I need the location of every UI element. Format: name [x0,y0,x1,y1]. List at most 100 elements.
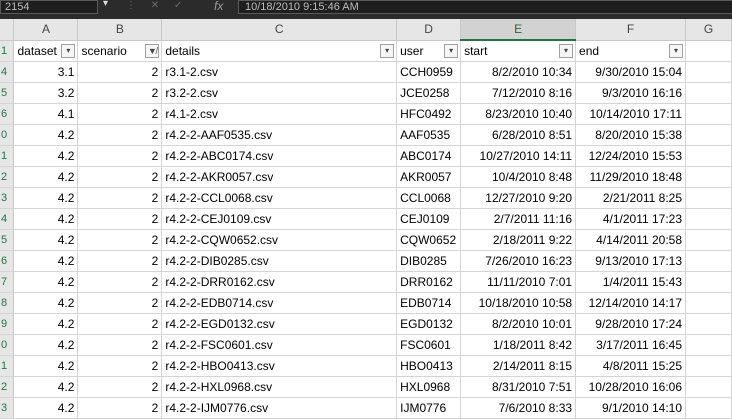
cell-scenario[interactable]: 2 [77,313,163,335]
cell-dataset[interactable]: 4.2 [13,313,79,335]
cell-end[interactable]: 1/4/2011 15:43 [575,271,687,293]
cell-start[interactable]: 8/23/2010 10:40 [460,103,577,125]
cell-end[interactable]: 4/8/2011 15:25 [575,355,687,377]
cell-details[interactable]: r3.2-2.csv [161,82,398,104]
row-number[interactable]: 4 [0,61,15,83]
cell-scenario[interactable]: 2 [77,82,163,104]
cell-dataset[interactable]: 4.2 [13,124,79,146]
cell-details[interactable]: r4.2-2-CEJ0109.csv [161,208,398,230]
cell-end[interactable]: 9/13/2010 17:13 [575,250,687,272]
cell-user[interactable]: AAF0535 [396,124,462,146]
cell-details[interactable]: r4.2-2-HXL0968.csv [161,376,398,398]
cell-user[interactable]: EGD0132 [396,313,462,335]
cell-user[interactable]: CEJ0109 [396,208,462,230]
cell-start[interactable]: 8/2/2010 10:34 [460,61,577,83]
row-number[interactable]: 5 [0,82,15,104]
cell-dataset[interactable]: 4.2 [13,229,79,251]
row-number[interactable]: 2 [0,166,15,188]
cell-user[interactable]: HFC0492 [396,103,462,125]
cell-user[interactable]: CCH0959 [396,61,462,83]
empty-cell[interactable] [685,229,732,251]
row-number[interactable]: 2 [0,376,15,398]
empty-cell[interactable] [685,376,732,398]
cell-scenario[interactable]: 2 [77,208,163,230]
cell-details[interactable]: r4.2-2-ABC0174.csv [161,145,398,167]
cell-details[interactable]: r4.2-2-EGD0132.csv [161,313,398,335]
empty-cell[interactable] [685,166,732,188]
cell-scenario[interactable]: 2 [77,145,163,167]
insert-function-icon[interactable]: fx [214,0,223,12]
cell-scenario[interactable]: 2 [77,124,163,146]
cell-scenario[interactable]: 2 [77,334,163,356]
cell-end[interactable]: 9/28/2010 17:24 [575,313,687,335]
cell-scenario[interactable]: 2 [77,187,163,209]
dropdown-arrow-icon[interactable]: ▾ [380,43,395,58]
cell-details[interactable]: r4.2-2-FSC0601.csv [161,334,398,356]
cell-end[interactable]: 10/14/2010 17:11 [575,103,687,125]
cell-details[interactable]: r4.2-2-CCL0068.csv [161,187,398,209]
empty-cell[interactable] [685,187,732,209]
cell-end[interactable]: 2/21/2011 8:25 [575,187,687,209]
cell-scenario[interactable]: 2 [77,292,163,314]
cell-end[interactable]: 12/24/2010 15:53 [575,145,687,167]
empty-cell[interactable] [685,145,732,167]
formula-input[interactable]: 10/18/2010 9:15:46 AM [238,0,732,14]
cell-end[interactable]: 4/1/2011 17:23 [575,208,687,230]
cell-details[interactable]: r4.2-2-DIB0285.csv [161,250,398,272]
cell-user[interactable]: HBO0413 [396,355,462,377]
row-number[interactable]: 1 [0,355,15,377]
row-number[interactable]: 3 [0,187,15,209]
cell-dataset[interactable]: 3.2 [13,82,79,104]
cell-user[interactable]: FSC0601 [396,334,462,356]
cell-details[interactable]: r4.2-2-CQW0652.csv [161,229,398,251]
cell-start[interactable]: 10/18/2010 10:58 [460,292,577,314]
cell-details[interactable]: r3.1-2.csv [161,61,398,83]
cell-user[interactable]: HXL0968 [396,376,462,398]
cell-end[interactable]: 11/29/2010 18:48 [575,166,687,188]
cell-user[interactable]: DRR0162 [396,271,462,293]
cell-start[interactable]: 8/31/2010 7:51 [460,376,577,398]
column-header-b[interactable]: B [77,19,163,41]
cell-start[interactable]: 1/18/2011 8:42 [460,334,577,356]
cell-dataset[interactable]: 3.1 [13,61,79,83]
cell-dataset[interactable]: 4.2 [13,250,79,272]
cell-user[interactable]: CQW0652 [396,229,462,251]
row-number[interactable]: 9 [0,313,15,335]
empty-cell[interactable] [685,208,732,230]
cell-start[interactable]: 6/28/2010 8:51 [460,124,577,146]
select-all-corner[interactable] [0,19,15,41]
cell-user[interactable]: AKR0057 [396,166,462,188]
formula-action-icons[interactable]: ⋮ ✕ ✓ [126,0,188,12]
cell-start[interactable]: 2/7/2011 11:16 [460,208,577,230]
cell-end[interactable]: 10/28/2010 16:06 [575,376,687,398]
cell-details[interactable]: r4.2-2-HBO0413.csv [161,355,398,377]
row-number[interactable]: 8 [0,292,15,314]
cell-user[interactable]: JCE0258 [396,82,462,104]
header-cell-user[interactable]: user ▾ [396,40,462,62]
empty-cell[interactable] [685,40,732,62]
cell-start[interactable]: 12/27/2010 9:20 [460,187,577,209]
cell-start[interactable]: 7/26/2010 16:23 [460,250,577,272]
empty-cell[interactable] [685,313,732,335]
row-number[interactable]: 5 [0,229,15,251]
cell-dataset[interactable]: 4.2 [13,166,79,188]
empty-cell[interactable] [685,292,732,314]
cell-scenario[interactable]: 2 [77,376,163,398]
cell-user[interactable]: ABC0174 [396,145,462,167]
cell-dataset[interactable]: 4.2 [13,292,79,314]
cell-details[interactable]: r4.2-2-DRR0162.csv [161,271,398,293]
header-cell-details[interactable]: details ▾ [161,40,398,62]
cell-start[interactable]: 7/12/2010 8:16 [460,82,577,104]
empty-cell[interactable] [685,61,732,83]
cell-details[interactable]: r4.2-2-AAF0535.csv [161,124,398,146]
column-header-g[interactable]: G [685,19,732,41]
cell-scenario[interactable]: 2 [77,229,163,251]
cell-end[interactable]: 9/30/2010 15:04 [575,61,687,83]
cell-scenario[interactable]: 2 [77,61,163,83]
cell-start[interactable]: 2/18/2011 9:22 [460,229,577,251]
row-number[interactable]: 1 [0,40,15,62]
cell-dataset[interactable]: 4.2 [13,334,79,356]
row-number[interactable]: 0 [0,334,15,356]
header-cell-start[interactable]: start ▾ [460,40,577,62]
cell-scenario[interactable]: 2 [77,166,163,188]
